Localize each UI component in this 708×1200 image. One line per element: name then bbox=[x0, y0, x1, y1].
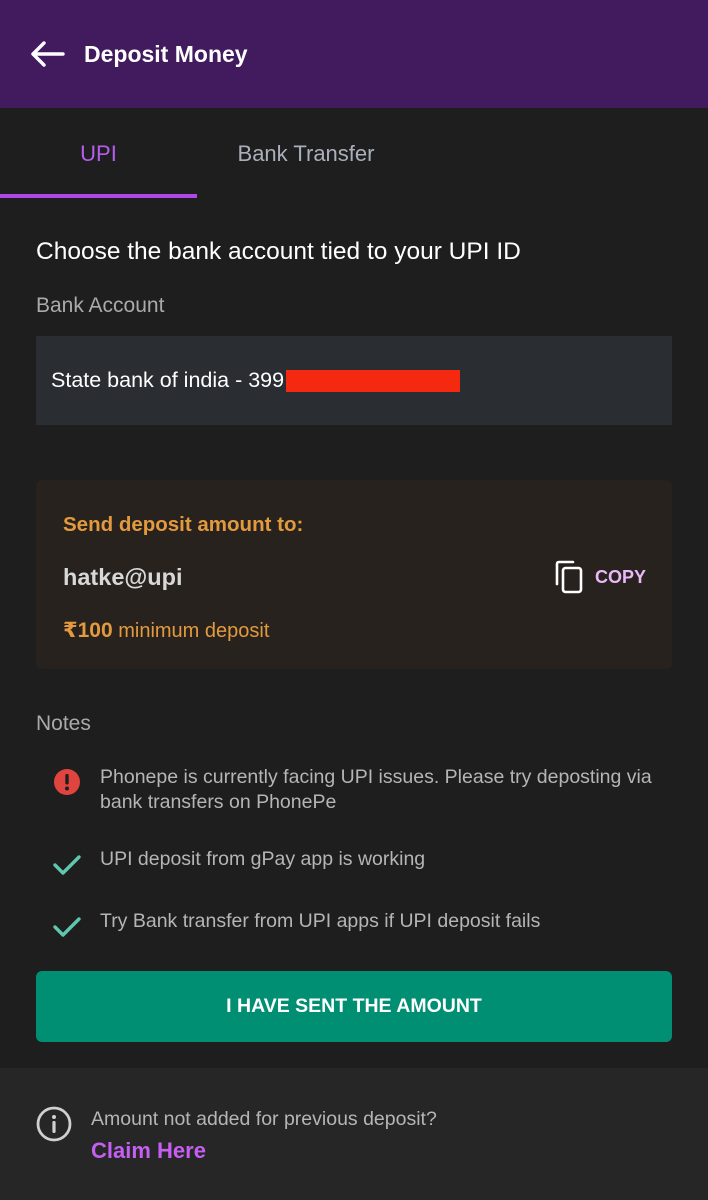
tab-bank-transfer-label: Bank Transfer bbox=[237, 141, 375, 166]
section-title: Choose the bank account tied to your UPI… bbox=[36, 238, 521, 265]
back-button[interactable] bbox=[28, 34, 68, 74]
page-title: Deposit Money bbox=[84, 40, 248, 67]
app-header: Deposit Money bbox=[0, 0, 708, 108]
copy-icon bbox=[555, 560, 583, 594]
tab-bar: UPI Bank Transfer bbox=[0, 108, 708, 200]
bank-account-value: State bank of india - 399 bbox=[51, 368, 285, 392]
arrow-left-icon bbox=[31, 41, 65, 67]
send-deposit-label: Send deposit amount to: bbox=[63, 513, 304, 536]
check-icon bbox=[53, 855, 81, 875]
minimum-deposit-text: minimum deposit bbox=[118, 620, 270, 642]
deposit-details-card: Send deposit amount to: hatke@upi COPY ₹… bbox=[36, 480, 672, 669]
info-icon bbox=[36, 1106, 72, 1142]
minimum-amount: ₹100 bbox=[63, 619, 113, 642]
active-tab-indicator bbox=[0, 194, 197, 198]
error-icon bbox=[54, 769, 80, 795]
notes-heading: Notes bbox=[36, 712, 91, 735]
tab-upi-label: UPI bbox=[80, 141, 117, 166]
redaction-bar bbox=[286, 369, 461, 392]
note-text: UPI deposit from gPay app is working bbox=[100, 848, 426, 870]
sent-amount-button[interactable]: I HAVE SENT THE AMOUNT bbox=[36, 971, 672, 1042]
note-text: Try Bank transfer from UPI apps if UPI d… bbox=[100, 910, 541, 932]
note-text: Phonepe is currently facing UPI issues. … bbox=[100, 766, 652, 813]
check-icon bbox=[53, 917, 81, 937]
sent-amount-button-label: I HAVE SENT THE AMOUNT bbox=[226, 995, 482, 1017]
claim-here-link[interactable]: Claim Here bbox=[91, 1138, 206, 1164]
copy-button[interactable]: COPY bbox=[553, 558, 646, 596]
minimum-deposit-note: ₹100 minimum deposit bbox=[63, 618, 269, 643]
upi-id-value: hatke@upi bbox=[63, 564, 183, 590]
claim-prompt-text: Amount not added for previous deposit? bbox=[91, 1108, 437, 1130]
bank-account-select[interactable]: State bank of india - 399 bbox=[36, 336, 672, 425]
copy-label: COPY bbox=[594, 566, 646, 587]
tab-upi[interactable]: UPI bbox=[0, 108, 197, 200]
claim-footer: Amount not added for previous deposit? C… bbox=[0, 1068, 708, 1200]
bank-account-label: Bank Account bbox=[36, 294, 165, 317]
tab-bank-transfer[interactable]: Bank Transfer bbox=[197, 108, 415, 200]
